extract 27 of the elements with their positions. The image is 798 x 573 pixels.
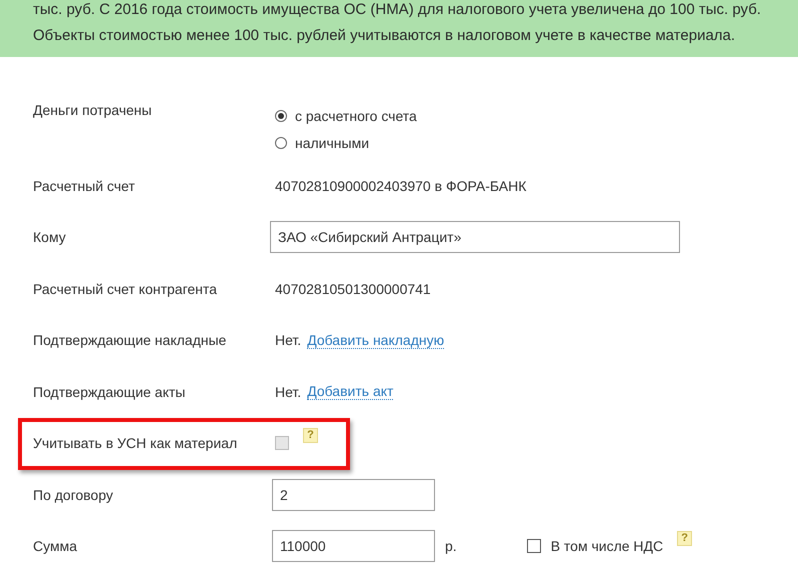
field-label: Расчетный счет контрагента [33,280,218,299]
input-field[interactable]: ЗАО «Сибирский Антрацит» [270,221,680,254]
info-text: Объекты стоимостью менее 100 тыс. рублей учитываются в налоговом учете в качестве материала. [33,26,736,46]
field-label: По договору [33,486,114,505]
input-field[interactable]: 2 [272,478,435,511]
field-value: 40702810900002403970 в ФОРА-БАНК [275,178,526,194]
field-value: Нет. [275,384,302,400]
field-label: Сумма [33,537,78,556]
add-link[interactable]: Добавить накладную [307,332,444,349]
amount-field[interactable]: 110000 [272,530,435,562]
field-label: Расчетный счет [33,176,136,196]
field-label: Подтверждающие акты [33,382,186,402]
radio-button[interactable] [275,110,287,122]
add-link[interactable]: Добавить акт [307,383,394,400]
currency-unit: р. [445,538,457,554]
radio-option[interactable]: наличными [275,129,417,156]
field-label: Подтверждающие накладные [33,331,228,350]
field-label: Деньги потрачены [33,101,153,120]
info-text: тыс. руб. С 2016 года стоимость имущества ОС (НМА) для налогового учета увеличена до 100 тыс. руб. [33,0,762,20]
field-value: Нет. [275,332,302,348]
field-value: 40702810501300000741 [275,280,431,297]
checkbox[interactable] [526,539,541,554]
radio-option[interactable]: с расчетного счета [275,102,417,129]
field-label: Кому [33,228,67,248]
radio-button[interactable] [275,136,287,148]
field-label: Учитывать в УСН как материал [33,434,238,454]
checkbox-label: В том числе НДС [550,538,664,554]
